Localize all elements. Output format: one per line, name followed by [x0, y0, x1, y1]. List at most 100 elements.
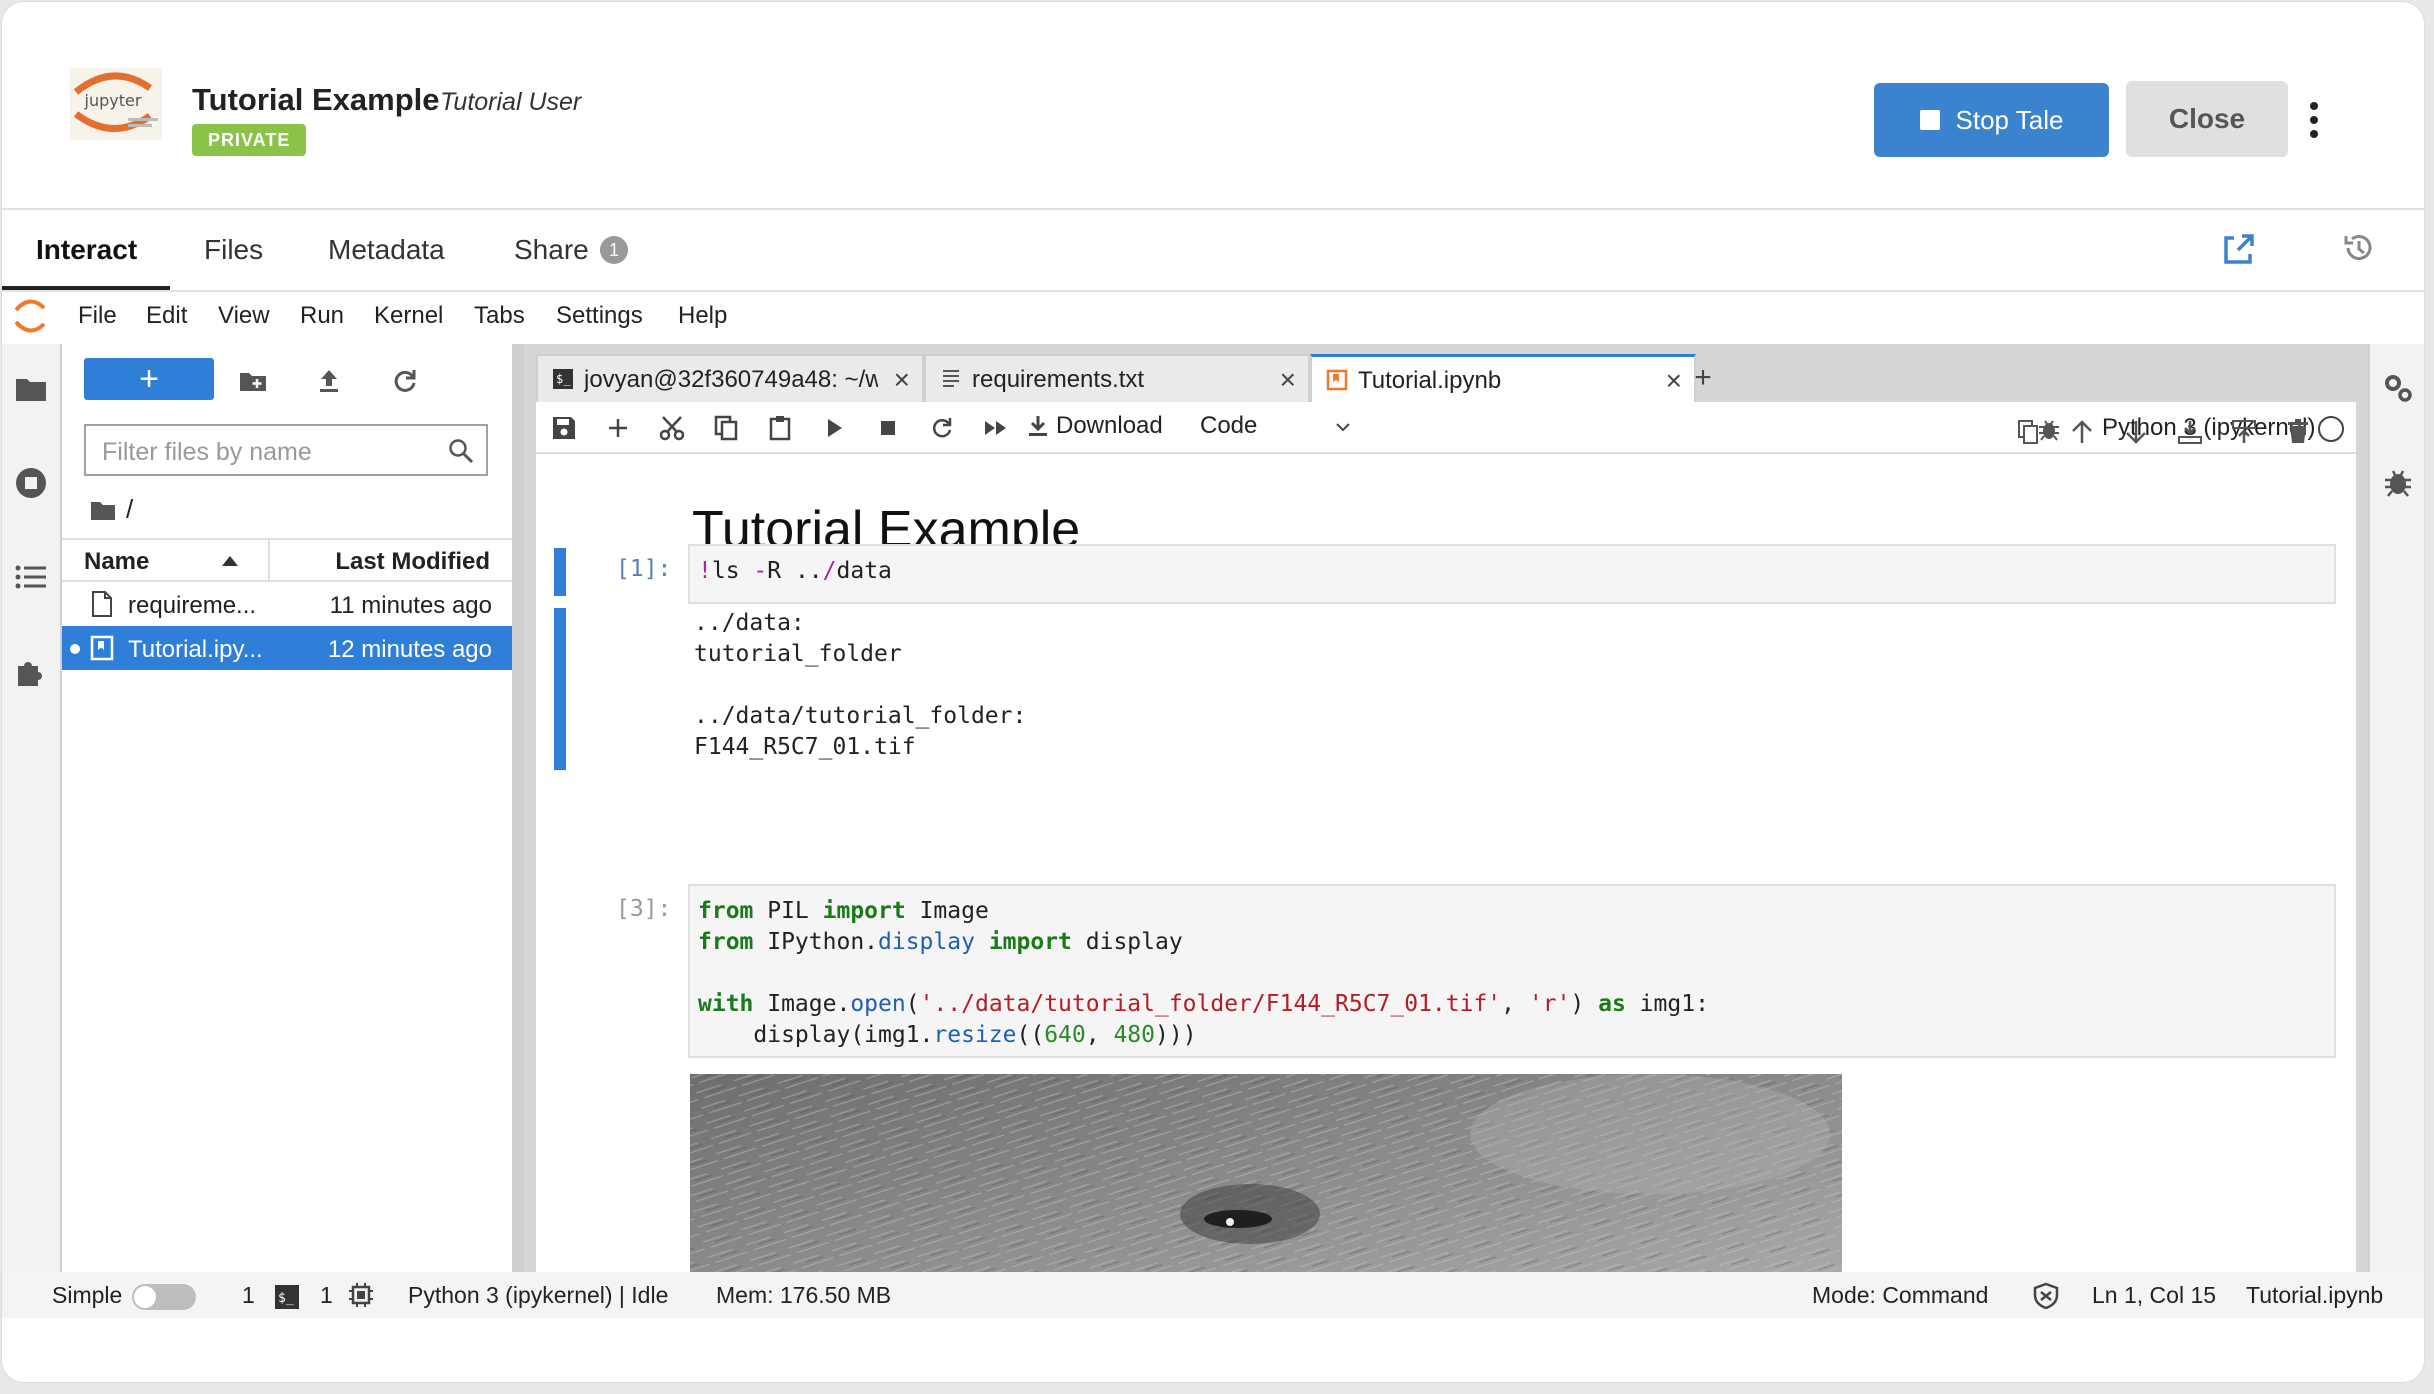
new-launcher-button[interactable]: + [84, 358, 214, 400]
external-link-icon[interactable] [2220, 232, 2256, 268]
restart-icon[interactable] [928, 414, 956, 442]
current-file: Tutorial.ipynb [2246, 1282, 2384, 1308]
close-tab-icon[interactable]: × [1280, 364, 1296, 396]
right-sidebar-tabs [2368, 344, 2424, 1272]
menu-view[interactable]: View [218, 302, 270, 330]
run-all-icon[interactable] [982, 414, 1010, 442]
cell-output: ../data: tutorial_folder ../data/tutoria… [694, 610, 1027, 760]
insert-below-icon[interactable] [2176, 418, 2204, 446]
tab-metadata[interactable]: Metadata [328, 234, 445, 266]
cursor-position[interactable]: Ln 1, Col 15 [2092, 1282, 2216, 1309]
tale-title: Tutorial Example [192, 82, 440, 117]
text-file-icon [943, 370, 959, 387]
stop-kernel-icon[interactable] [874, 414, 902, 442]
download-icon [1029, 416, 1047, 436]
add-tab-button[interactable]: + [1682, 356, 1724, 400]
save-icon[interactable] [550, 414, 578, 442]
tab-terminal[interactable]: $_ jovyan@32f360749a48: ~/w × [536, 354, 924, 402]
share-count-badge: 1 [600, 236, 628, 264]
file-modified: 11 minutes ago [329, 592, 492, 619]
table-of-contents-icon[interactable] [14, 560, 48, 594]
stop-tale-button[interactable]: Stop Tale [1874, 83, 2109, 157]
tab-label: Tutorial.ipynb [1358, 367, 1502, 394]
tab-files[interactable]: Files [204, 234, 263, 266]
move-down-icon[interactable] [2122, 418, 2150, 446]
file-browser: + Filter files by name / Name Last Modif [62, 344, 512, 1272]
paste-icon[interactable] [766, 414, 794, 442]
menu-settings[interactable]: Settings [556, 302, 643, 330]
file-name: Tutorial.ipy... [128, 636, 263, 663]
copy-icon[interactable] [712, 414, 740, 442]
running-sessions-icon[interactable] [14, 466, 48, 500]
download-label: Download [1056, 412, 1163, 439]
menu-run[interactable]: Run [300, 302, 344, 330]
main-dock-area: $_ jovyan@32f360749a48: ~/w × requiremen… [524, 344, 2368, 1274]
tab-notebook[interactable]: Tutorial.ipynb × [1310, 354, 1696, 402]
duplicate-cell-icon[interactable] [2014, 418, 2042, 446]
tab-share[interactable]: Share [514, 234, 589, 266]
tab-interact[interactable]: Interact [36, 234, 137, 266]
folder-icon[interactable] [14, 372, 48, 406]
jupyter-logo: jupyter [70, 68, 162, 140]
add-cell-icon[interactable] [604, 414, 632, 442]
refresh-icon[interactable] [390, 366, 420, 396]
file-row-selected[interactable]: Tutorial.ipy... 12 minutes ago [62, 626, 512, 670]
debugger-icon[interactable] [2382, 466, 2414, 498]
private-badge: PRIVATE [192, 124, 307, 156]
chevron-down-icon[interactable] [1336, 420, 1350, 434]
menu-edit[interactable]: Edit [146, 302, 187, 330]
new-folder-icon[interactable] [238, 366, 268, 396]
toggle-knob [134, 1286, 156, 1308]
folder-icon [91, 501, 115, 520]
menu-kernel[interactable]: Kernel [374, 302, 443, 330]
file-icon [92, 591, 112, 617]
file-modified: 12 minutes ago [327, 636, 492, 663]
filter-placeholder: Filter files by name [102, 438, 312, 466]
jupyterlab-logo [14, 299, 46, 333]
upload-icon[interactable] [314, 366, 344, 396]
notebook-icon [90, 635, 114, 661]
close-tab-icon[interactable]: × [894, 364, 910, 396]
code-cell-input[interactable]: from PIL import Image from IPython.displ… [688, 884, 2336, 1058]
menu-tabs[interactable]: Tabs [474, 302, 525, 330]
close-button[interactable]: Close [2126, 81, 2288, 157]
delete-cell-icon[interactable] [2284, 418, 2312, 446]
breadcrumb[interactable]: / [90, 494, 133, 525]
more-options-icon[interactable] [2302, 98, 2326, 142]
kernel-status[interactable]: Python 3 (ipykernel) | Idle [408, 1282, 668, 1309]
run-icon[interactable] [820, 414, 848, 442]
menu-help[interactable]: Help [678, 302, 727, 330]
panel-splitter[interactable] [512, 344, 524, 1272]
tale-author: Tutorial User [440, 88, 582, 116]
extensions-icon[interactable] [14, 654, 48, 688]
insert-above-icon[interactable] [2230, 418, 2258, 446]
kernel-status-icon [2318, 416, 2344, 442]
left-sidebar-tabs [2, 344, 62, 1272]
history-icon[interactable] [2340, 230, 2376, 266]
column-name[interactable]: Name [84, 548, 149, 576]
trusted-shield-icon[interactable] [2032, 1282, 2060, 1310]
simple-mode-toggle[interactable] [132, 1284, 196, 1310]
code-cell-input[interactable]: !ls -R ../data [688, 544, 2336, 604]
cell-type-select[interactable]: Code [1200, 412, 1257, 440]
tale-header: jupyter Tutorial Example Tutorial User P… [2, 2, 2424, 210]
property-inspector-icon[interactable] [2382, 372, 2414, 404]
simple-mode-label: Simple [52, 1282, 123, 1308]
terminal-count[interactable]: 1 [242, 1282, 255, 1309]
app-window: jupyter Tutorial Example Tutorial User P… [2, 2, 2424, 1382]
move-up-icon[interactable] [2068, 418, 2096, 446]
svg-text:$_: $_ [556, 372, 571, 386]
column-last-modified[interactable]: Last Modified [335, 548, 490, 576]
file-name: requireme... [128, 592, 257, 619]
menu-file[interactable]: File [78, 302, 117, 330]
close-tab-icon[interactable]: × [1666, 365, 1682, 397]
file-row[interactable]: requireme... 11 minutes ago [62, 582, 512, 626]
filter-files-input[interactable]: Filter files by name [84, 424, 488, 476]
cell-collapser[interactable] [554, 548, 566, 596]
cut-icon[interactable] [658, 414, 686, 442]
tab-requirements[interactable]: requirements.txt × [924, 354, 1310, 402]
download-button[interactable]: Download [1026, 412, 1163, 440]
kernel-count[interactable]: 1 [320, 1282, 333, 1309]
output-collapser[interactable] [554, 608, 566, 770]
sort-ascending-icon [222, 556, 238, 566]
